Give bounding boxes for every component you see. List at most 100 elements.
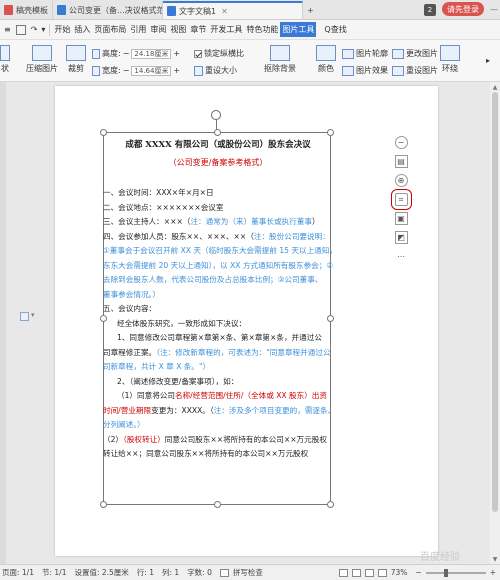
- picture-effect-icon: [342, 65, 354, 76]
- redo-icon[interactable]: ↷: [29, 23, 40, 36]
- menu-review[interactable]: 审阅: [148, 22, 168, 37]
- document-page[interactable]: 成都 XXXX 有限公司（或股份公司）股东会决议 （公司变更/备案参考格式） 一…: [55, 86, 438, 556]
- resize-handle-top[interactable]: [214, 129, 221, 136]
- menu-references[interactable]: 引用: [128, 22, 148, 37]
- document-line: 五、会议内容：: [103, 304, 157, 313]
- vertical-scrollbar[interactable]: ▲ ▼: [490, 82, 500, 564]
- matting-label: 抠除背景: [264, 64, 296, 73]
- menu-developer[interactable]: 开发工具: [208, 22, 244, 37]
- more-icon[interactable]: ▾: [39, 23, 47, 36]
- scroll-up-icon[interactable]: ▲: [490, 82, 500, 92]
- scrollbar-thumb[interactable]: [492, 92, 498, 512]
- resize-handle-top-right[interactable]: [327, 129, 334, 136]
- picture-effect-button[interactable]: 图片效果: [342, 65, 388, 76]
- resize-handle-bottom-left[interactable]: [100, 501, 107, 508]
- checkbox-checked-icon: [194, 49, 202, 58]
- resize-handle-top-left[interactable]: [100, 129, 107, 136]
- color-button[interactable]: 颜色: [316, 45, 336, 74]
- shape-button[interactable]: 状: [0, 45, 10, 74]
- zoom-icon[interactable]: ⊕: [394, 174, 408, 187]
- line-text: 同意公司股东××将所持有的本公司××万元股权: [164, 434, 327, 444]
- document-area: ▾ 成都 XXXX 有限公司（或股份公司）股东会决议 （公司变更/备案参考格式）…: [0, 82, 500, 564]
- new-tab-button[interactable]: +: [303, 1, 318, 19]
- scroll-down-icon[interactable]: ▼: [490, 554, 500, 564]
- lock-ratio-checkbox[interactable]: 锁定纵横比: [194, 48, 244, 59]
- status-words[interactable]: 字数: 0: [187, 567, 212, 578]
- change-picture-button[interactable]: 更改图片: [392, 48, 438, 59]
- menu-chapter[interactable]: 章节: [188, 22, 208, 37]
- line-text: 四、会议参加人员：股东××、×××、××（: [103, 231, 254, 241]
- chevron-down-icon[interactable]: ▾: [31, 311, 35, 319]
- crop-icon[interactable]: ⌗: [390, 189, 412, 210]
- document-body: 一、会议时间：XXX×年×月×日 二、会议地点：×××××××会议室 三、会议主持人…: [103, 186, 333, 462]
- file-menu-icon[interactable]: ≡: [2, 23, 13, 36]
- more-options-icon[interactable]: ⋯: [394, 250, 408, 263]
- reset-picture-button[interactable]: 重设图片: [392, 65, 438, 76]
- menu-picture-tools[interactable]: 图片工具: [280, 22, 317, 37]
- zoom-slider[interactable]: [425, 568, 486, 577]
- zoom-slider-thumb[interactable]: [444, 568, 449, 577]
- document-subtitle: （公司变更/备案参考格式）: [168, 158, 268, 167]
- tab-template[interactable]: 稿壳模板: [0, 1, 53, 19]
- height-increment[interactable]: +: [173, 49, 180, 58]
- zoom-value[interactable]: 73%: [391, 568, 408, 577]
- picture-outline-label: 图片轮廓: [356, 49, 388, 58]
- blue-annotation-text: （注：修改新章程的，可表述为："同意章程并通过公: [156, 347, 331, 357]
- menu-insert[interactable]: 插入: [72, 22, 92, 37]
- close-icon[interactable]: ✕: [221, 7, 228, 16]
- wrap-button[interactable]: 环绕: [440, 45, 460, 74]
- save-icon[interactable]: [15, 24, 26, 35]
- watermark-logo: 百度经验: [420, 552, 460, 563]
- picture-outline-button[interactable]: 图片轮廓: [342, 48, 388, 59]
- width-input[interactable]: 14.64厘米: [131, 65, 172, 76]
- line-text: 变更为：XXXX。（: [151, 405, 214, 415]
- window-count-badge[interactable]: 2: [424, 4, 436, 16]
- compress-picture-button[interactable]: 压缩图片: [26, 45, 58, 74]
- resize-handle-bottom[interactable]: [214, 501, 221, 508]
- change-picture-icon: [392, 48, 404, 59]
- tab-label: 公司变更（备...决议格式范本: [69, 5, 163, 15]
- rotate-handle-icon[interactable]: [211, 110, 221, 120]
- collapse-icon[interactable]: −: [394, 136, 408, 149]
- reset-size-icon: [194, 65, 203, 76]
- document-line: 董事参会情况。）: [103, 289, 160, 299]
- ai-picture-icon[interactable]: ◩: [394, 231, 408, 244]
- menu-features[interactable]: 特色功能: [244, 22, 280, 37]
- picture-effect-label: 图片效果: [356, 66, 388, 75]
- width-decrement[interactable]: −: [123, 66, 130, 75]
- menu-page-layout[interactable]: 页面布局: [92, 22, 128, 37]
- minimize-icon[interactable]: —: [488, 2, 500, 16]
- menu-home[interactable]: 开始: [52, 22, 72, 37]
- web-view-icon[interactable]: [364, 568, 374, 577]
- login-button[interactable]: 请先登录: [442, 2, 484, 16]
- height-decrement[interactable]: −: [123, 49, 130, 58]
- width-increment[interactable]: +: [173, 66, 180, 75]
- page-view-icon[interactable]: [351, 568, 361, 577]
- width-icon: [92, 65, 100, 76]
- zoom-in-icon[interactable]: +: [490, 568, 496, 577]
- status-spellcheck[interactable]: 拼写检查: [233, 567, 263, 578]
- crop-button[interactable]: 裁剪: [66, 45, 86, 74]
- menu-view[interactable]: 视图: [168, 22, 188, 37]
- resize-handle-bottom-right[interactable]: [327, 501, 334, 508]
- ribbon-more-icon[interactable]: ▸: [486, 56, 490, 65]
- zoom-out-icon[interactable]: −: [415, 568, 421, 577]
- document-line: 司新章程，共计 X 章 X 条。"）: [103, 362, 211, 371]
- document-icon: [57, 5, 66, 15]
- height-input[interactable]: 24.18厘米: [131, 48, 172, 59]
- wps-doc-icon: [4, 5, 13, 15]
- navigation-icon[interactable]: [20, 312, 29, 321]
- document-line: 分列阐述。）: [103, 420, 145, 429]
- tab-text-document[interactable]: 文字文稿1 ✕: [163, 1, 303, 19]
- reset-picture-label: 重设图片: [406, 66, 438, 75]
- layout-options-icon[interactable]: ▤: [394, 155, 408, 168]
- picture-to-text-icon[interactable]: ▣: [394, 212, 408, 225]
- tab-company-change[interactable]: 公司变更（备...决议格式范本 ▭: [53, 1, 163, 19]
- eye-icon[interactable]: [338, 568, 348, 577]
- status-page[interactable]: 页面: 1/1: [2, 567, 34, 578]
- reset-size-button[interactable]: 重设大小: [194, 65, 237, 76]
- document-line: （1）同意将公司名称/经营范围/住所/（全体或 XX 股东）出资: [103, 389, 333, 404]
- matting-button[interactable]: 抠除背景: [264, 45, 296, 74]
- outline-view-icon[interactable]: [377, 568, 387, 577]
- menu-search[interactable]: Q查找: [322, 22, 348, 37]
